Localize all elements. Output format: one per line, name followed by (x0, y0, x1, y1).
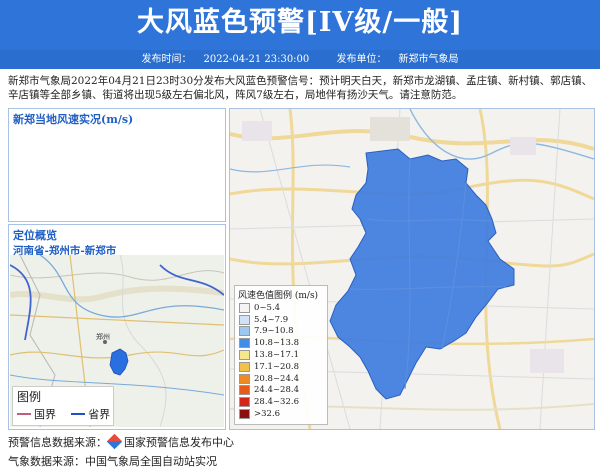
wind-legend-title: 风速色值图例 (m/s) (238, 291, 319, 301)
weather-source-label: 气象数据来源： (8, 455, 85, 468)
warning-source-line: 预警信息数据来源： 国家预警信息发布中心 (8, 433, 234, 450)
wind-legend-item: 7.9~10.8 (235, 326, 327, 338)
location-panel-title: 定位概览 (13, 229, 57, 242)
wind-speed-panel: 新郑当地风速实况(m/s) (8, 108, 226, 222)
warning-source-label: 预警信息数据来源： (8, 436, 107, 449)
legend-national-border: 国界 (17, 406, 56, 422)
warning-title: 大风蓝色预警[IV级/一般] (137, 7, 463, 38)
map-small-legend: 图例 国界 省界 (12, 386, 114, 426)
wind-legend-item: 28.4~32.6 (235, 396, 327, 408)
publish-time-label: 发布时间： (141, 54, 192, 65)
wind-legend-item: 10.8~13.8 (235, 337, 327, 349)
wind-legend-item: >32.6 (235, 408, 327, 420)
legend-province-border: 省界 (71, 406, 110, 422)
small-legend-title: 图例 (17, 390, 42, 404)
wind-legend-item: 5.4~7.9 (235, 314, 327, 326)
wind-legend-item: 20.8~24.4 (235, 373, 327, 385)
warning-header: 大风蓝色预警[IV级/一般] (0, 0, 600, 50)
publish-time: 2022-04-21 23:30:00 (203, 54, 310, 65)
overview-city-label: 郑州 (96, 333, 110, 341)
weather-source-line: 气象数据来源：中国气象局全国自动站实况 (8, 453, 217, 469)
warning-source[interactable]: 国家预警信息发布中心 (124, 436, 234, 449)
diamond-logo-icon (106, 433, 123, 450)
location-panel: 定位概览 河南省-郑州市-新郑市 郑州 图例 国界 省界 (8, 224, 226, 430)
publish-unit: 新郑市气象局 (398, 54, 459, 65)
wind-legend-item: 0~5.4 (235, 302, 327, 314)
warning-description: 新郑市气象局2022年04月21日23时30分发布大风蓝色预警信号：预计明天白天… (8, 75, 593, 101)
wind-panel-title: 新郑当地风速实况(m/s) (13, 113, 134, 126)
publish-info-bar: 发布时间： 2022-04-21 23:30:00 发布单位： 新郑市气象局 (0, 50, 600, 69)
wind-legend-item: 17.1~20.8 (235, 361, 327, 373)
wind-legend-item: 13.8~17.1 (235, 349, 327, 361)
weather-source[interactable]: 中国气象局全国自动站实况 (85, 455, 217, 468)
wind-legend-item: 24.4~28.4 (235, 385, 327, 397)
publish-unit-label: 发布单位： (336, 54, 387, 65)
wind-speed-legend: 风速色值图例 (m/s) 0~5.4 5.4~7.9 7.9~10.8 10.8… (234, 285, 328, 425)
